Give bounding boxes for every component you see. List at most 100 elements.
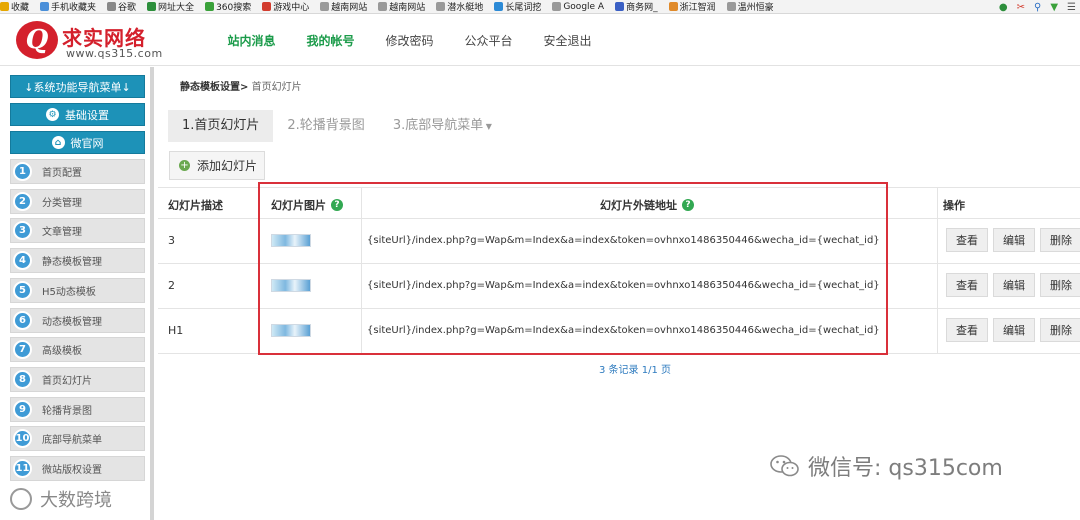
sidebar-item-label: 分类管理 bbox=[42, 197, 82, 209]
favicon-icon bbox=[320, 2, 330, 11]
bookmark-label: 商务网_ bbox=[626, 3, 658, 13]
nav-menu-label: ↓系统功能导航菜单↓ bbox=[24, 80, 131, 94]
sidebar-item-label: 轮播背景图 bbox=[42, 405, 92, 417]
breadcrumb-parent[interactable]: 静态模板设置> bbox=[180, 82, 248, 93]
highlight-box bbox=[258, 182, 888, 355]
pagination-info: 3 条记录 1/1 页 bbox=[599, 365, 671, 376]
view-button[interactable]: 查看 bbox=[946, 228, 988, 252]
bookmark-item[interactable]: 越南网站 bbox=[378, 0, 425, 13]
bookmark-label: Google A bbox=[563, 1, 605, 12]
top-nav: 站内消息 我的帐号 修改密码 公众平台 安全退出 bbox=[212, 32, 607, 49]
favicon-icon bbox=[494, 2, 504, 11]
scissors-icon[interactable]: ✂ bbox=[1017, 2, 1025, 13]
view-button[interactable]: 查看 bbox=[946, 318, 988, 342]
brand-url: www.qs315.com bbox=[66, 47, 163, 60]
browser-tools: ● ✂ ⚲ ▼ ☰ bbox=[999, 0, 1076, 13]
plus-icon: + bbox=[179, 160, 190, 171]
sidebar-item[interactable]: 7 高级模板 bbox=[10, 337, 145, 363]
nav-public-platform[interactable]: 公众平台 bbox=[449, 32, 528, 49]
tab-label: 3.底部导航菜单 bbox=[392, 118, 484, 133]
bookmark-item[interactable]: 收藏 bbox=[0, 0, 29, 13]
bookmark-item[interactable]: 网址大全 bbox=[147, 0, 194, 13]
favicon-icon bbox=[378, 2, 388, 11]
edit-button[interactable]: 编辑 bbox=[993, 228, 1035, 252]
delete-button[interactable]: 删除 bbox=[1040, 273, 1080, 297]
wechat-watermark: 微信号: qs315com bbox=[770, 450, 1003, 482]
delete-button[interactable]: 删除 bbox=[1040, 228, 1080, 252]
sidebar-item[interactable]: 11 微站版权设置 bbox=[10, 456, 145, 481]
bookmark-item[interactable]: 360搜索 bbox=[205, 0, 251, 13]
delete-button[interactable]: 删除 bbox=[1040, 318, 1080, 342]
sidebar-item-label: 首页幻灯片 bbox=[42, 375, 92, 387]
bookmark-item[interactable]: 温州恒豪 bbox=[726, 0, 774, 13]
sidebar-item[interactable]: 9 轮播背景图 bbox=[10, 396, 145, 422]
favicon-icon bbox=[40, 2, 50, 11]
bookmark-label: 360搜索 bbox=[216, 3, 252, 13]
sidebar-item[interactable]: 6 动态模板管理 bbox=[10, 307, 145, 333]
bookmark-item[interactable]: 潜水艇地 bbox=[436, 0, 483, 13]
favicon-icon bbox=[552, 2, 562, 11]
watermark-text: 大数跨境 bbox=[40, 490, 112, 511]
bookmark-item[interactable]: 长尾词挖 bbox=[494, 0, 541, 13]
bookmark-label: 游戏中心 bbox=[273, 3, 310, 13]
favicon-icon bbox=[436, 2, 446, 11]
sidebar-item-label: 高级模板 bbox=[42, 346, 82, 358]
sidebar-item-number: 10 bbox=[13, 429, 32, 449]
sidebar-item[interactable]: 5 H5动态模板 bbox=[10, 277, 145, 303]
sidebar-item-label: 底部导航菜单 bbox=[42, 435, 102, 447]
wechat-icon bbox=[770, 455, 799, 477]
sidebar-item-number: 11 bbox=[13, 459, 32, 478]
search-icon[interactable]: ⚲ bbox=[1034, 2, 1041, 13]
slide-description: H1 bbox=[168, 324, 184, 337]
bookmark-item[interactable]: 游戏中心 bbox=[262, 0, 309, 13]
add-slide-button[interactable]: + 添加幻灯片 bbox=[169, 151, 265, 180]
tab-carousel-bg[interactable]: 2.轮播背景图 bbox=[273, 110, 378, 142]
tab-home-slides[interactable]: 1.首页幻灯片 bbox=[168, 110, 274, 142]
view-button[interactable]: 查看 bbox=[946, 273, 988, 297]
bookmark-item[interactable]: 越南网站 bbox=[320, 0, 367, 13]
sidebar-item[interactable]: 2 分类管理 bbox=[10, 188, 145, 214]
sidebar-item-number: 5 bbox=[13, 280, 32, 300]
menu-icon[interactable]: ☰ bbox=[1067, 2, 1076, 13]
tab-bar: 1.首页幻灯片 2.轮播背景图 3.底部导航菜单 ▼ bbox=[168, 110, 506, 142]
bookmark-label: 网址大全 bbox=[158, 3, 195, 13]
sidebar-item-number: 6 bbox=[13, 310, 32, 330]
bookmark-item[interactable]: 浙江智润 bbox=[668, 0, 716, 13]
site-header: Q 求实网络 www.qs315.com 站内消息 我的帐号 修改密码 公众平台… bbox=[0, 14, 1080, 66]
watermark-logo-icon bbox=[10, 488, 32, 510]
col-divider bbox=[937, 187, 938, 353]
nav-logout[interactable]: 安全退出 bbox=[528, 32, 607, 49]
micro-site-button[interactable]: ⌂ 微官网 bbox=[10, 131, 145, 154]
bookmark-item[interactable]: 谷歌 bbox=[107, 0, 136, 13]
tab-label: 1.首页幻灯片 bbox=[182, 118, 260, 133]
sidebar-item[interactable]: 10 底部导航菜单 bbox=[10, 426, 145, 452]
sidebar-item[interactable]: 1 首页配置 bbox=[10, 159, 145, 184]
sidebar-item[interactable]: 8 首页幻灯片 bbox=[10, 366, 145, 392]
sidebar-item-number: 8 bbox=[13, 369, 32, 389]
nav-menu-button[interactable]: ↓系统功能导航菜单↓ bbox=[10, 75, 145, 98]
col-header-actions: 操作 bbox=[943, 199, 965, 212]
sidebar: ↓系统功能导航菜单↓ ⚙ 基础设置 ⌂ 微官网 1 首页配置 2 分类管理 3 文章管理 4… bbox=[0, 67, 154, 520]
logo-icon: Q bbox=[16, 21, 58, 59]
sidebar-item-number: 3 bbox=[13, 221, 32, 241]
bookmark-label: 浙江智润 bbox=[679, 3, 716, 13]
sidebar-item[interactable]: 4 静态模板管理 bbox=[10, 248, 145, 274]
edit-button[interactable]: 编辑 bbox=[993, 273, 1035, 297]
bookmark-label: 收藏 bbox=[11, 3, 30, 13]
bookmark-item[interactable]: 手机收藏夹 bbox=[40, 0, 96, 13]
bookmark-item[interactable]: 商务网_ bbox=[615, 0, 658, 13]
star-icon bbox=[0, 2, 9, 11]
edit-button[interactable]: 编辑 bbox=[993, 318, 1035, 342]
basic-settings-button[interactable]: ⚙ 基础设置 bbox=[10, 103, 145, 126]
nav-my-account[interactable]: 我的帐号 bbox=[291, 32, 370, 49]
sidebar-item-label: 首页配置 bbox=[42, 168, 82, 179]
bookmark-item[interactable]: Google A bbox=[552, 2, 604, 12]
sidebar-item[interactable]: 3 文章管理 bbox=[10, 218, 145, 244]
tab-footer-nav[interactable]: 3.底部导航菜单 ▼ bbox=[379, 110, 506, 142]
bookmark-label: 越南网站 bbox=[331, 3, 368, 13]
dropdown-icon[interactable]: ▼ bbox=[1050, 2, 1058, 13]
user-icon[interactable]: ● bbox=[999, 2, 1008, 13]
nav-messages[interactable]: 站内消息 bbox=[212, 32, 291, 49]
favicon-icon bbox=[615, 2, 625, 11]
nav-change-password[interactable]: 修改密码 bbox=[370, 32, 449, 49]
